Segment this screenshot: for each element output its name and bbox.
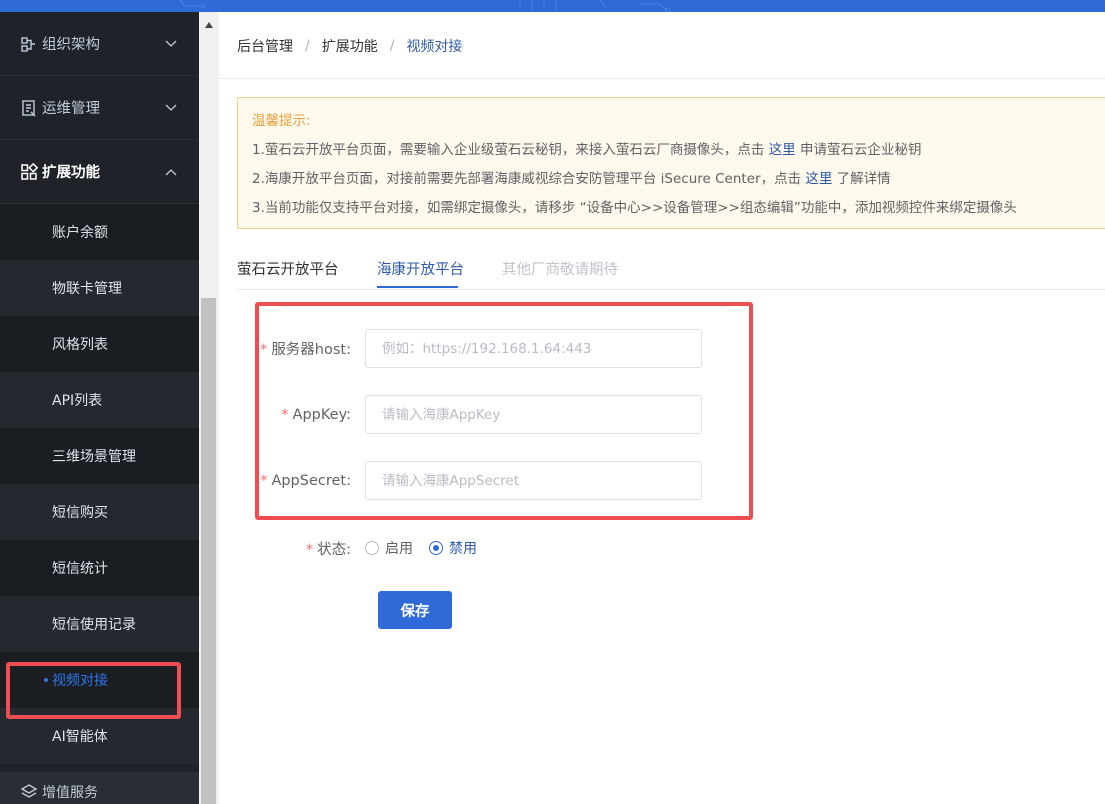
chevron-down-icon — [165, 36, 177, 52]
tab-other-vendors: 其他厂商敬请期待 — [502, 262, 618, 278]
required-mark: * — [260, 472, 268, 489]
required-mark: * — [305, 541, 314, 558]
radio-label: 启用 — [385, 541, 413, 557]
appkey-input[interactable] — [365, 395, 702, 434]
notice-text: 2.海康开放平台页面，对接前需要先部署海康威视综合安防管理平台 iSecure … — [252, 171, 802, 187]
required-mark: * — [281, 406, 289, 423]
required-mark: * — [260, 342, 268, 358]
sidebar-item-label: 短信购买 — [52, 505, 108, 521]
sidebar-group-extensions[interactable]: 扩展功能 — [0, 140, 199, 203]
radio-circle-icon — [365, 541, 379, 555]
status-radio-enable[interactable]: 启用 — [365, 538, 413, 558]
notice-link-ezviz[interactable]: 这里 — [769, 142, 796, 158]
sidebar-item-label: 短信统计 — [52, 561, 108, 577]
notice-line-1: 1.萤石云开放平台页面，需要输入企业级萤石云秘钥，来接入萤石云厂商摄像头，点击 … — [252, 138, 1102, 158]
sidebar-item-label: AI智能体 — [52, 729, 108, 745]
divider — [219, 78, 1105, 79]
label-text: AppKey: — [292, 406, 351, 423]
notice-link-hikvision[interactable]: 这里 — [805, 171, 832, 187]
appsecret-label: * AppSecret: — [237, 473, 365, 489]
chevron-down-icon — [165, 100, 177, 116]
label-text: 服务器host: — [271, 342, 351, 358]
form-row-appkey: * AppKey: — [237, 395, 702, 434]
sidebar-item-label: 风格列表 — [52, 337, 108, 353]
notice-line-2: 2.海康开放平台页面，对接前需要先部署海康威视综合安防管理平台 iSecure … — [252, 167, 1102, 187]
host-label: * 服务器host: — [237, 338, 365, 359]
top-banner — [0, 0, 1105, 12]
layers-icon — [20, 783, 38, 801]
sidebar-group-org[interactable]: 组织架构 — [0, 12, 199, 75]
form-row-appsecret: * AppSecret: — [237, 461, 702, 500]
tab-hikvision[interactable]: 海康开放平台 — [377, 258, 464, 279]
scroll-up-icon[interactable] — [205, 22, 213, 28]
sidebar-group-label: 组织架构 — [42, 37, 100, 53]
sidebar-group-value-added[interactable]: 增值服务 — [0, 772, 199, 804]
label-text: AppSecret: — [271, 472, 351, 489]
notice-line-3: 3.当前功能仅支持平台对接，如需绑定摄像头，请移步 “设备中心>>设备管理>>组… — [252, 200, 1017, 216]
host-input[interactable] — [365, 329, 702, 368]
clipboard-icon — [20, 99, 38, 117]
status-label: * 状态: — [237, 538, 365, 559]
grid-icon — [20, 162, 38, 181]
sidebar-item-label: 账户余额 — [52, 225, 108, 241]
sidebar-item-api-list[interactable]: API列表 — [0, 372, 199, 428]
sidebar-item-sms-stats[interactable]: 短信统计 — [0, 540, 199, 596]
breadcrumb-separator: / — [305, 38, 310, 54]
appkey-label: * AppKey: — [237, 407, 365, 423]
circuit-pattern-icon — [179, 0, 671, 12]
label-text: 状态: — [317, 541, 351, 558]
sidebar-group-label: 增值服务 — [42, 785, 98, 801]
breadcrumb-item[interactable]: 扩展功能 — [322, 36, 378, 56]
org-chart-icon — [20, 35, 38, 53]
sidebar-item-3d-scene[interactable]: 三维场景管理 — [0, 428, 199, 484]
tab-ezviz[interactable]: 萤石云开放平台 — [237, 258, 339, 279]
sidebar-item-style-list[interactable]: 风格列表 — [0, 316, 199, 372]
sidebar-group-ops[interactable]: 运维管理 — [0, 76, 199, 139]
radio-checked-icon — [429, 541, 443, 555]
radio-label: 禁用 — [449, 541, 477, 557]
scrollbar[interactable] — [199, 12, 219, 804]
sidebar-item-label: 三维场景管理 — [52, 449, 136, 465]
breadcrumb-item[interactable]: 后台管理 — [237, 36, 293, 56]
highlight-box-sidebar — [6, 662, 181, 719]
status-radio-disable[interactable]: 禁用 — [429, 538, 477, 558]
sidebar-item-label: 物联卡管理 — [52, 281, 122, 297]
notice-box: 温馨提示: 1.萤石云开放平台页面，需要输入企业级萤石云秘钥，来接入萤石云厂商摄… — [237, 97, 1105, 229]
sidebar-item-label: API列表 — [52, 393, 103, 409]
breadcrumb-separator: / — [389, 38, 395, 54]
breadcrumb: 后台管理 / 扩展功能 / 视频对接 — [237, 36, 462, 56]
notice-text: 了解详情 — [836, 171, 891, 187]
form-row-host: * 服务器host: — [237, 329, 702, 368]
sidebar-item-sms-usage[interactable]: 短信使用记录 — [0, 596, 199, 652]
breadcrumb-current: 视频对接 — [406, 39, 463, 55]
notice-text: 申请萤石云企业秘钥 — [799, 142, 922, 158]
scrollbar-thumb[interactable] — [201, 298, 216, 804]
platform-tabs: 萤石云开放平台 海康开放平台 其他厂商敬请期待 — [237, 258, 1105, 290]
sidebar-group-label: 运维管理 — [42, 101, 100, 117]
sidebar-item-sms-purchase[interactable]: 短信购买 — [0, 484, 199, 540]
appsecret-input[interactable] — [365, 461, 702, 500]
sidebar-group-label: 扩展功能 — [42, 165, 100, 181]
tab-active-indicator — [377, 286, 458, 288]
notice-title: 温馨提示: — [252, 113, 311, 129]
sidebar-item-account-balance[interactable]: 账户余额 — [0, 204, 199, 260]
chevron-up-icon — [165, 164, 177, 180]
save-button[interactable]: 保存 — [378, 591, 452, 629]
sidebar-item-label: 短信使用记录 — [52, 617, 136, 633]
notice-text: 1.萤石云开放平台页面，需要输入企业级萤石云秘钥，来接入萤石云厂商摄像头，点击 — [252, 142, 765, 158]
form-row-status: * 状态: 启用 禁用 — [237, 537, 493, 559]
sidebar-item-iot-card[interactable]: 物联卡管理 — [0, 260, 199, 316]
